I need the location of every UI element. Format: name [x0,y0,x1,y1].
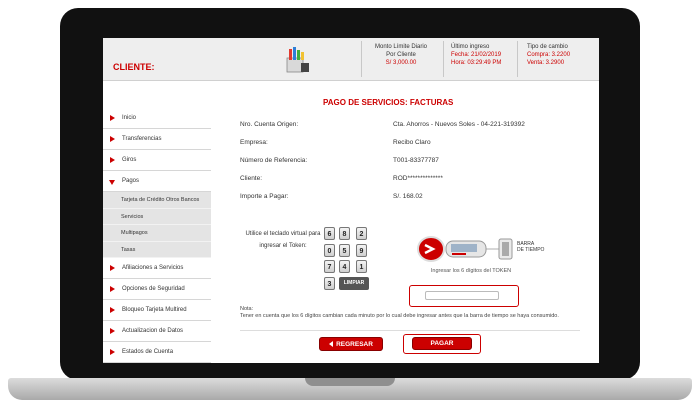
field-value: T001-83377787 [393,157,439,164]
keypad-key[interactable]: 5 [339,244,350,257]
field-value: S/. 168.02 [393,193,423,200]
pencil-cup-icon [286,47,309,73]
header-divider [517,41,518,77]
sidebar-item-transferencias[interactable]: Transferencias [103,129,211,150]
barra-tiempo-label: BARRA DE TIEMPO [517,241,545,253]
header-divider [361,41,362,77]
arrow-right-icon [110,328,115,334]
field-label: Nro. Cuenta Origen: [240,121,299,128]
keypad-key[interactable]: 2 [356,227,367,240]
sidebar-item-estados-cuenta[interactable]: Estados de Cuenta [103,342,211,363]
keypad-instruction: Utilice el teclado virtual para ingresar… [245,231,321,249]
field-value: Recibo Claro [393,139,431,146]
field-value: Cta. Ahorros - Nuevos Soles - 04-221-319… [393,121,525,128]
field-value: ROD************** [393,175,443,182]
token-device-icon [417,236,513,262]
page-header: CLIENTE: Monto Límite Diario Por Cliente… [103,38,599,81]
pagar-button[interactable]: PAGAR [412,337,472,350]
monto-limite: Monto Límite Diario Por Cliente S/ 3,000… [374,44,428,66]
keypad-key[interactable]: 3 [324,277,335,290]
keypad-key[interactable]: 8 [339,227,350,240]
keypad-key[interactable]: 9 [356,244,367,257]
arrow-right-icon [110,265,115,271]
sidebar-item-actualizacion[interactable]: Actualizacion de Datos [103,321,211,342]
submenu-item-multipagos[interactable]: Multipagos [103,225,211,242]
regresar-button[interactable]: REGRESAR [319,337,383,351]
tipo-cambio: Tipo de cambio Compra: 3.2200 Venta: 3.2… [527,44,571,66]
banking-page: CLIENTE: Monto Límite Diario Por Cliente… [103,38,599,363]
header-divider [443,41,444,77]
sidebar-item-afiliaciones[interactable]: Afiliaciones a Servicios [103,258,211,279]
sidebar-item-pagos[interactable]: Pagos [103,171,211,192]
field-label: Importe a Pagar: [240,193,289,200]
arrow-right-icon [110,307,115,313]
submenu-item-tasas[interactable]: Tasas [103,241,211,258]
arrow-down-icon [109,180,115,185]
keypad-key[interactable]: 1 [356,260,367,273]
sidebar-item-seguridad[interactable]: Opciones de Seguridad [103,279,211,300]
keypad-key[interactable]: 4 [339,260,350,273]
arrow-right-icon [110,286,115,292]
arrow-right-icon [110,157,115,163]
back-arrow-icon [329,341,334,348]
ultimo-ingreso: Último ingreso Fecha: 21/02/2019 Hora: 0… [451,44,502,66]
note: Nota: Tener en cuenta que los 6 dígitos … [240,306,559,319]
sidebar-item-bloqueo-tarjeta[interactable]: Bloqueo Tarjeta Multired [103,300,211,321]
token-input[interactable] [425,291,499,300]
laptop-notch [305,378,395,386]
keypad-key[interactable]: 0 [324,244,335,257]
submenu-item-tarjeta-credito[interactable]: Tarjeta de Crédito Otros Bancos [103,192,211,209]
sidebar-item-inicio[interactable]: Inicio [103,108,211,129]
arrow-right-icon [110,349,115,355]
keypad-key[interactable]: 6 [324,227,335,240]
page-title: PAGO DE SERVICIOS: FACTURAS [323,98,454,107]
cliente-label: CLIENTE: [113,62,155,72]
arrow-right-icon [110,115,115,121]
arrow-right-icon [110,136,115,142]
submenu-item-servicios[interactable]: Servicios [103,208,211,225]
field-label: Número de Referencia: [240,157,308,164]
token-caption: Ingresar los 6 dígitos del TOKEN [430,268,512,274]
field-label: Cliente: [240,175,263,182]
sidebar-item-giros[interactable]: Giros [103,150,211,171]
limpiar-button[interactable]: LIMPIAR [339,277,369,290]
field-label: Empresa: [240,139,268,146]
divider [240,330,580,331]
pagar-highlight-frame: PAGAR [403,334,481,354]
sidebar-menu: Inicio Transferencias Giros Pagos Tarjet… [103,108,211,363]
keypad-key[interactable]: 7 [324,260,335,273]
token-highlight-frame [409,285,519,307]
